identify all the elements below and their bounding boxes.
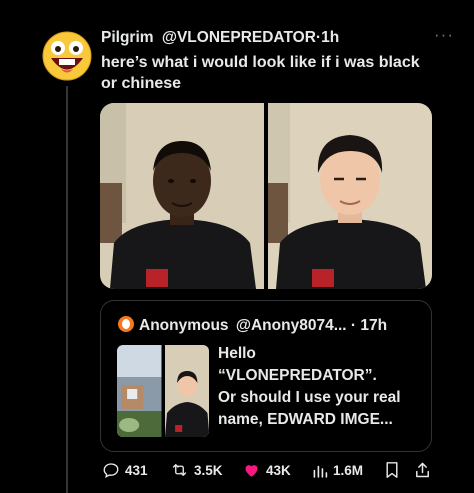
reply-button[interactable]: 431 — [102, 461, 148, 479]
like-button[interactable]: 43K — [242, 461, 291, 479]
quote-text: Hello “VLONEPREDATOR”. Or should I use y… — [218, 345, 401, 428]
quote-separator-dot: · — [350, 317, 357, 334]
tweet-media[interactable] — [100, 103, 432, 289]
bookmark-button[interactable] — [384, 461, 400, 479]
author-name[interactable]: Pilgrim — [101, 29, 154, 46]
timestamp[interactable]: 1h — [321, 29, 339, 46]
anonymous-avatar-icon — [118, 316, 134, 332]
reply-icon — [103, 463, 119, 479]
author-handle[interactable]: @VLONEPREDATOR — [162, 29, 316, 46]
heart-icon — [245, 465, 258, 477]
media-photo-1[interactable] — [100, 103, 264, 289]
repost-icon — [172, 464, 187, 476]
action-bar: 431 3.5K 43K 1.6M — [100, 458, 432, 482]
quote-author-name: Anonymous — [139, 317, 229, 334]
quote-header: Anonymous @Anony8074... · 17h — [118, 316, 387, 335]
reply-count: 431 — [125, 462, 148, 478]
quote-photo-1[interactable] — [117, 345, 162, 437]
bookmark-icon — [386, 462, 398, 478]
more-options-icon[interactable]: ··· — [434, 25, 454, 45]
views-chart-icon — [313, 465, 328, 478]
views-button[interactable]: 1.6M — [312, 462, 363, 479]
avatar[interactable] — [42, 31, 92, 81]
repost-count: 3.5K — [194, 462, 223, 478]
share-icon — [416, 462, 429, 478]
share-button[interactable] — [414, 461, 431, 479]
quote-author-handle: @Anony8074... — [235, 317, 347, 334]
tweet-header: Pilgrim @VLONEPREDATOR·1h ··· — [101, 25, 454, 49]
quote-media[interactable] — [117, 345, 209, 437]
quoted-tweet[interactable]: Anonymous @Anony8074... · 17h Hello “VLO… — [100, 300, 432, 452]
thread-line — [66, 86, 68, 493]
quote-timestamp: 17h — [360, 317, 388, 334]
quote-photo-2[interactable] — [164, 345, 209, 437]
media-photo-2[interactable] — [268, 103, 432, 289]
tweet-text: here’s what i would look like if i was b… — [101, 54, 420, 92]
like-count: 43K — [266, 462, 291, 478]
view-count: 1.6M — [333, 462, 364, 478]
repost-button[interactable]: 3.5K — [170, 461, 223, 479]
